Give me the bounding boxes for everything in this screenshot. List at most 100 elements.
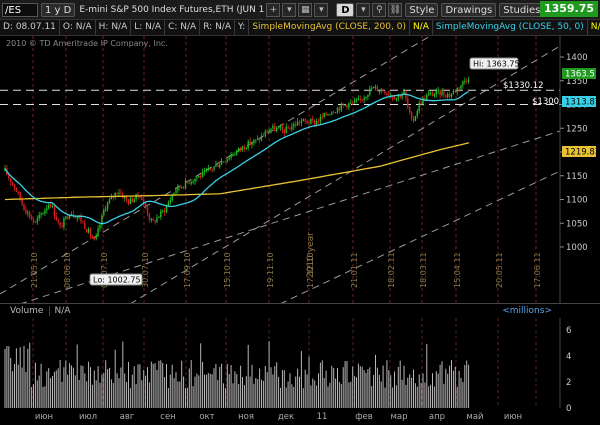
candle-body xyxy=(21,199,23,204)
candle-body xyxy=(163,210,166,213)
sma200-badge: 1219.83 xyxy=(562,146,600,158)
date-label: 17.09.10 xyxy=(183,252,192,288)
month-label: окт xyxy=(199,412,214,422)
candle-body xyxy=(253,140,255,144)
candle-body xyxy=(23,203,25,210)
candle-body xyxy=(336,107,339,113)
candle-body xyxy=(53,206,56,217)
hi-callout: Hi: 1363.75 xyxy=(469,57,520,70)
candle-body xyxy=(310,119,312,124)
info-close: C: N/A xyxy=(164,20,199,35)
candle-body xyxy=(285,126,287,133)
candle-body xyxy=(289,128,291,130)
candle-body xyxy=(46,208,48,211)
price-chart[interactable]: 21.05.10 08.06.10 02.07.10 30.07.10 17.09.10… xyxy=(0,36,600,304)
volume-tick-label: 2 xyxy=(566,378,571,388)
candle-body xyxy=(376,86,379,92)
info-range: R: N/A xyxy=(199,20,234,35)
candle-body xyxy=(179,185,181,188)
candle-body xyxy=(384,91,386,94)
candle-body xyxy=(266,131,268,133)
candle-body xyxy=(99,224,101,229)
studies-button[interactable]: Studies xyxy=(499,2,545,17)
candle-body xyxy=(80,216,82,222)
candle-body xyxy=(57,220,59,223)
candle-body xyxy=(162,210,164,212)
candle-body xyxy=(452,90,455,94)
candle-body xyxy=(386,93,388,95)
candle-body xyxy=(232,154,234,156)
candle-body xyxy=(464,80,466,82)
candle-body xyxy=(220,161,223,165)
volume-tick-label: 4 xyxy=(566,352,571,362)
candle-body xyxy=(129,198,132,205)
candle-body xyxy=(426,95,428,101)
candle-body xyxy=(443,91,445,96)
chevron-down-icon[interactable]: ▾ xyxy=(356,2,371,17)
candle-body xyxy=(63,218,65,228)
candle-body xyxy=(97,228,99,236)
candle-body xyxy=(302,119,304,122)
candle-body xyxy=(182,187,185,189)
candle-body xyxy=(118,192,120,194)
symbol-input[interactable]: /ES xyxy=(2,2,38,17)
candle-body xyxy=(11,182,14,185)
chevron-down-icon[interactable]: ▾ xyxy=(282,2,297,17)
candle-body xyxy=(230,155,232,158)
candle-body xyxy=(437,89,439,91)
d-button[interactable]: D xyxy=(336,2,355,17)
link-icon[interactable]: ⛓ xyxy=(388,2,403,17)
style-button[interactable]: Style xyxy=(405,2,439,17)
date-label: 21.05.10 xyxy=(30,252,39,288)
candle-body xyxy=(175,190,177,193)
candle-body xyxy=(34,221,37,223)
month-label: 11 xyxy=(317,412,328,422)
candle-body xyxy=(10,178,12,183)
candle-body xyxy=(120,192,122,194)
candle-body xyxy=(203,170,206,172)
sma50-legend[interactable]: SimpleMovingAvg (CLOSE, 50, 0) xyxy=(431,20,587,35)
candle-body xyxy=(429,92,432,94)
info-high: H: N/A xyxy=(94,20,131,35)
candle-body xyxy=(357,98,360,101)
candle-body xyxy=(319,116,322,122)
month-label: май xyxy=(466,412,483,422)
search-icon[interactable]: ⚲ xyxy=(372,2,387,17)
month-label: сен xyxy=(160,412,175,422)
candle-body xyxy=(205,170,208,172)
volume-chart[interactable]: 6 4 2 0 июн июл авг сен окт ноя дек 11 фев мар апр май… xyxy=(0,318,600,425)
candle-body xyxy=(448,93,451,97)
candle-body xyxy=(460,85,462,89)
candle-body xyxy=(258,138,261,141)
candle-body xyxy=(393,97,396,100)
candle-body xyxy=(450,93,453,97)
candle-body xyxy=(247,141,249,148)
date-label: 17.06.11 xyxy=(533,252,542,288)
candle-body xyxy=(146,208,149,215)
drawings-button[interactable]: Drawings xyxy=(441,2,497,17)
candle-body xyxy=(369,88,371,95)
price-tick-label: 1100 xyxy=(566,196,588,206)
candle-body xyxy=(184,180,187,188)
candle-body xyxy=(380,89,382,91)
info-low: L: N/A xyxy=(130,20,164,35)
candle-body xyxy=(327,114,329,116)
month-label: мар xyxy=(390,412,407,422)
candle-body xyxy=(431,92,434,97)
candle-body xyxy=(108,199,111,203)
sma200-legend[interactable]: SimpleMovingAvg (CLOSE, 200, 0) xyxy=(248,20,409,35)
candle-body xyxy=(160,211,162,217)
volume-value: N/A xyxy=(49,306,70,316)
chevron-down-icon[interactable]: ▾ xyxy=(314,2,329,17)
plus-icon[interactable]: + xyxy=(266,2,281,17)
candle-body xyxy=(279,126,282,128)
candle-body xyxy=(150,218,152,220)
candle-body xyxy=(198,175,200,178)
candle-body xyxy=(181,187,183,189)
aggregation-button[interactable]: 1 y D xyxy=(41,2,76,17)
info-y: Y: xyxy=(234,20,248,35)
candle-body xyxy=(314,120,316,125)
candle-body xyxy=(317,121,320,123)
price-tick-label: 1000 xyxy=(566,243,588,253)
grid-icon[interactable]: ▦ xyxy=(298,2,313,17)
